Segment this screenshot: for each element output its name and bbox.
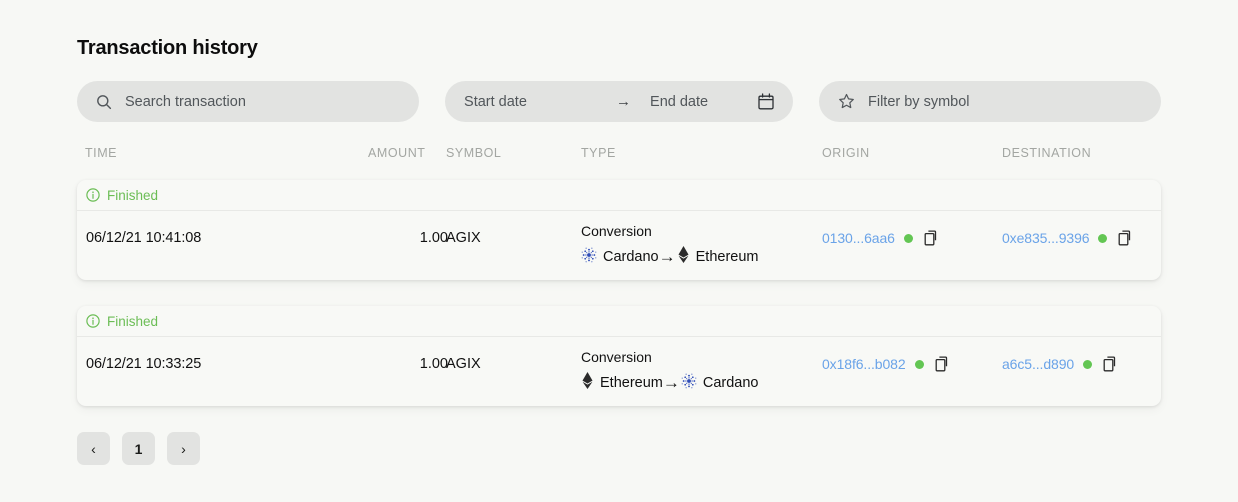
status-label: Finished	[107, 313, 159, 329]
pagination-next-button[interactable]: ›	[167, 432, 200, 465]
cell-time: 06/12/21 10:41:08	[86, 230, 202, 246]
search-placeholder: Search transaction	[125, 93, 246, 110]
destination-chain-name: Cardano	[702, 374, 759, 391]
type-label: Conversion	[581, 223, 652, 239]
pagination-prev-button[interactable]: ‹	[77, 432, 110, 465]
column-header-destination: DESTINATION	[1002, 146, 1092, 160]
ethereum-icon	[581, 372, 594, 393]
cardano-icon	[681, 373, 697, 393]
page-title: Transaction history	[77, 37, 258, 59]
cell-type: Conversion Ethereum → Cardano	[581, 349, 759, 393]
origin-chain-name: Ethereum	[600, 374, 663, 391]
type-label: Conversion	[581, 349, 652, 365]
cell-amount: 1.00	[419, 356, 448, 372]
origin-status-dot	[914, 359, 924, 369]
origin-address-link[interactable]: 0x18f6...b082	[822, 356, 906, 372]
info-circle-icon	[86, 188, 100, 202]
cell-destination: 0xe835...9396	[1002, 230, 1133, 246]
filter-bar: Search transaction Start date → End date	[77, 81, 1162, 122]
copy-origin-button[interactable]	[924, 230, 939, 246]
origin-chain-name: Cardano	[603, 248, 659, 265]
table-row[interactable]: Finished 06/12/21 10:41:08 1.00 AGIX Con…	[77, 180, 1161, 280]
copy-origin-button[interactable]	[935, 356, 950, 372]
search-input[interactable]: Search transaction	[77, 81, 420, 122]
status-badge: Finished	[77, 306, 1161, 337]
copy-destination-button[interactable]	[1103, 356, 1118, 372]
origin-status-dot	[903, 233, 913, 243]
cell-amount: 1.00	[419, 230, 448, 246]
date-range-arrow: →	[616, 93, 632, 110]
column-header-time: TIME	[85, 146, 118, 160]
info-circle-icon	[86, 314, 100, 328]
column-header-origin: ORIGIN	[822, 146, 870, 160]
table-row-body: 06/12/21 10:41:08 1.00 AGIX Conversion C…	[77, 211, 1161, 280]
cell-time: 06/12/21 10:33:25	[86, 356, 202, 372]
cell-destination: a6c5...d890	[1002, 356, 1118, 372]
calendar-icon[interactable]	[758, 93, 774, 110]
pagination: ‹ 1 ›	[77, 432, 1161, 465]
cell-symbol: AGIX	[446, 356, 481, 372]
end-date-placeholder[interactable]: End date	[650, 94, 758, 110]
origin-address-link[interactable]: 0130...6aa6	[822, 230, 895, 246]
cell-symbol: AGIX	[446, 230, 481, 246]
column-header-symbol: SYMBOL	[446, 146, 502, 160]
conversion-route: Ethereum → Cardano	[581, 372, 759, 393]
transaction-history-page: Transaction history Search transaction S…	[0, 0, 1238, 502]
cell-origin: 0x18f6...b082	[822, 356, 950, 372]
table-row-body: 06/12/21 10:33:25 1.00 AGIX Conversion E…	[77, 337, 1161, 406]
search-icon	[96, 94, 112, 110]
column-header-type: TYPE	[581, 146, 616, 160]
start-date-placeholder[interactable]: Start date	[464, 94, 616, 110]
destination-status-dot	[1098, 233, 1108, 243]
conversion-arrow: →	[658, 247, 676, 266]
table-row[interactable]: Finished 06/12/21 10:33:25 1.00 AGIX Con…	[77, 306, 1161, 406]
destination-status-dot	[1083, 359, 1093, 369]
conversion-arrow: →	[662, 373, 680, 392]
ethereum-icon	[677, 246, 690, 267]
date-range-picker[interactable]: Start date → End date	[445, 81, 793, 122]
table-header-row: TIME AMOUNT SYMBOL TYPE ORIGIN DESTINATI…	[77, 146, 1161, 180]
destination-address-link[interactable]: a6c5...d890	[1002, 356, 1074, 372]
destination-chain-name: Ethereum	[695, 248, 759, 265]
symbol-filter-input[interactable]: Filter by symbol	[818, 81, 1162, 122]
cell-origin: 0130...6aa6	[822, 230, 939, 246]
copy-destination-button[interactable]	[1118, 230, 1133, 246]
cardano-icon	[581, 247, 597, 267]
status-label: Finished	[107, 187, 159, 203]
status-badge: Finished	[77, 180, 1161, 211]
pagination-page-1-button[interactable]: 1	[122, 432, 155, 465]
symbol-filter-placeholder: Filter by symbol	[867, 93, 970, 110]
conversion-route: Cardano → Ethereum	[581, 246, 759, 267]
destination-address-link[interactable]: 0xe835...9396	[1002, 230, 1090, 246]
column-header-amount: AMOUNT	[368, 146, 426, 160]
star-icon	[838, 93, 855, 110]
cell-type: Conversion Cardano → Ethereum	[581, 223, 759, 267]
